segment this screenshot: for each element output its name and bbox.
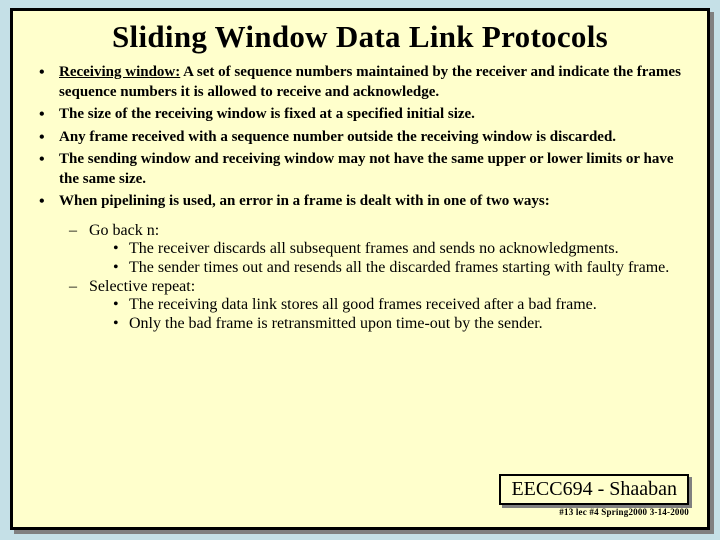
slide-title: Sliding Window Data Link Protocols: [35, 19, 685, 55]
course-badge: EECC694 - Shaaban: [499, 474, 689, 505]
point-item: The receiver discards all subsequent fra…: [111, 240, 685, 258]
lecture-info: #13 lec #4 Spring2000 3-14-2000: [499, 507, 689, 517]
bullet-item: When pipelining is used, an error in a f…: [35, 192, 685, 212]
bullet-text: The size of the receiving window is fixe…: [59, 106, 475, 122]
main-bullet-list: Receiving window: A set of sequence numb…: [35, 63, 685, 212]
point-item: The sender times out and resends all the…: [111, 259, 685, 277]
method-item: Selective repeat: The receiving data lin…: [69, 278, 685, 333]
point-item: Only the bad frame is retransmitted upon…: [111, 315, 685, 333]
method-item: Go back n: The receiver discards all sub…: [69, 222, 685, 277]
bullet-text: Any frame received with a sequence numbe…: [59, 129, 616, 145]
bullet-item: The size of the receiving window is fixe…: [35, 105, 685, 125]
method-points: The receiver discards all subsequent fra…: [89, 240, 685, 277]
point-item: The receiving data link stores all good …: [111, 296, 685, 314]
term-label: Receiving window:: [59, 64, 180, 80]
method-name: Go back n:: [89, 222, 159, 239]
method-points: The receiving data link stores all good …: [89, 296, 685, 333]
slide-container: Sliding Window Data Link Protocols Recei…: [10, 8, 710, 530]
bullet-item: Any frame received with a sequence numbe…: [35, 128, 685, 148]
bullet-text: The sending window and receiving window …: [59, 151, 674, 187]
method-list: Go back n: The receiver discards all sub…: [35, 222, 685, 333]
bullet-text: When pipelining is used, an error in a f…: [59, 193, 550, 209]
bullet-item: Receiving window: A set of sequence numb…: [35, 63, 685, 102]
footer: EECC694 - Shaaban #13 lec #4 Spring2000 …: [499, 474, 689, 517]
method-name: Selective repeat:: [89, 278, 195, 295]
bullet-item: The sending window and receiving window …: [35, 150, 685, 189]
